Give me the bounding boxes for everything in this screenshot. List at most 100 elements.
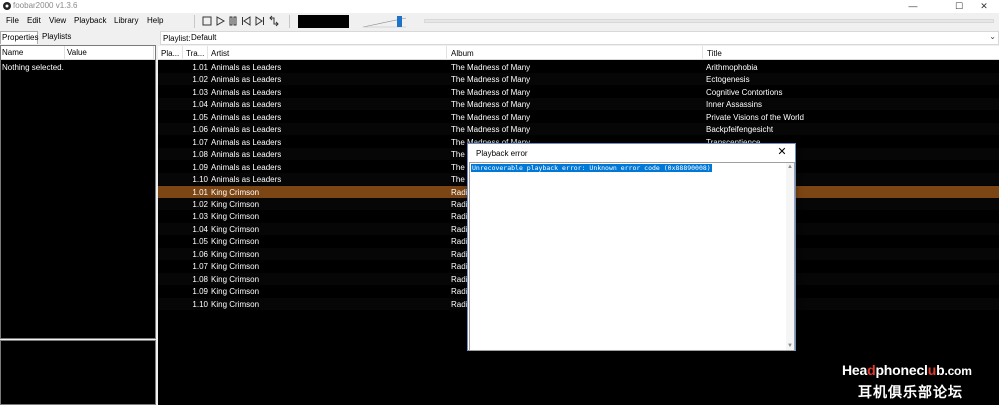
album-cell: The Madness of Many [451,125,531,135]
playlist-label: Playlist: [163,34,191,43]
seek-bar[interactable] [424,19,994,23]
column-name[interactable]: Name [2,48,23,57]
column-separator [446,46,447,60]
track-number: 1.08 [192,150,208,160]
toolbar-separator [194,15,195,28]
artist-cell: King Crimson [211,274,260,284]
menu-help[interactable]: Help [147,16,163,25]
album-cell: The Madness of Many [451,75,531,85]
menu-library[interactable]: Library [114,16,138,25]
scroll-up-icon[interactable]: ▲ [786,163,794,171]
artist-cell: King Crimson [211,224,260,234]
playlist-row[interactable]: 1.02 Animals as Leaders The Madness of Man… [158,73,999,86]
playlist-row[interactable]: 1.03 Animals as Leaders The Madness of Man… [158,86,999,98]
title-bar: foobar2000 v1.3.6 — ☐ ✕ [0,0,999,13]
artist-cell: King Crimson [211,187,260,197]
artist-cell: King Crimson [211,262,260,272]
volume-handle [397,16,402,27]
window-title: foobar2000 v1.3.6 [13,1,78,10]
artist-cell: Animals as Leaders [211,137,282,147]
play-icon[interactable] [214,15,226,27]
watermark-part: Hea [842,362,868,378]
title-cell: Arithmophobia [706,63,758,72]
watermark-brand: Headphoneclub.com [842,362,972,378]
track-number: 1.07 [192,262,208,272]
column-artist[interactable]: Artist [211,49,229,58]
left-panel: Properties Playlists Name Value Nothing … [0,31,157,405]
watermark-part: phonecl [875,362,928,378]
artist-cell: King Crimson [211,287,260,297]
watermark-subtitle: 耳机俱乐部论坛 [858,384,963,400]
artist-cell: Animals as Leaders [211,175,282,185]
column-album[interactable]: Album [451,49,474,58]
artist-cell: Animals as Leaders [211,112,282,122]
title-cell: Ectogenesis [706,75,750,85]
artist-cell: King Crimson [211,199,260,209]
column-value[interactable]: Value [67,48,87,57]
track-number: 1.10 [192,175,208,185]
chevron-down-icon[interactable]: ⌄ [989,32,996,41]
title-cell: Cognitive Contortions [706,87,783,97]
next-icon[interactable] [254,15,266,27]
minimize-button[interactable]: — [898,0,928,13]
column-title[interactable]: Title [707,49,722,58]
headphoneclub-watermark: Headphoneclub.com 耳机俱乐部论坛 [842,362,997,404]
track-number: 1.05 [192,112,208,122]
artist-cell: King Crimson [211,212,260,222]
properties-list[interactable]: Name Value Nothing selected. [0,45,156,339]
track-number: 1.03 [192,212,208,222]
visualization-panel [298,15,349,28]
tab-playlists[interactable]: Playlists [41,31,72,44]
tab-properties[interactable]: Properties [0,31,38,44]
error-message-box[interactable]: Unrecoverable playback error: Unknown er… [469,162,795,351]
volume-slider[interactable] [362,15,410,28]
column-separator [64,46,65,60]
track-number: 1.04 [192,100,208,110]
stop-icon[interactable] [201,15,213,27]
column-track[interactable]: Tra... [186,49,204,58]
artist-cell: King Crimson [211,299,260,309]
track-number: 1.08 [192,274,208,284]
previous-icon[interactable] [240,15,252,27]
dialog-close-button[interactable]: ✕ [774,145,790,159]
error-message-text[interactable]: Unrecoverable playback error: Unknown er… [471,164,712,172]
menu-file[interactable]: File [6,16,19,25]
menu-toolbar-row: File Edit View Playback Library Help [0,13,999,30]
column-separator [182,46,183,60]
album-cell: The Madness of Many [451,87,531,97]
album-cell: The Madness of Many [451,100,531,110]
menu-playback[interactable]: Playback [74,16,106,25]
track-number: 1.10 [192,299,208,309]
track-number: 1.09 [192,287,208,297]
playlist-header: Pla... Tra... Artist Album Title [158,46,999,60]
playlist-row[interactable]: 1.04 Animals as Leaders The Madness of Man… [158,98,999,111]
playlist-dropdown[interactable]: Default [188,32,998,44]
menu-edit[interactable]: Edit [27,16,41,25]
menu-view[interactable]: View [49,16,66,25]
playlist-row[interactable]: 1.05 Animals as Leaders The Madness of Man… [158,111,999,123]
title-cell: Inner Assassins [706,100,763,110]
left-panel-tabs: Properties Playlists [0,31,157,44]
track-number: 1.09 [192,162,208,172]
track-number: 1.01 [192,187,208,197]
random-icon[interactable] [268,15,280,27]
pause-icon[interactable] [227,15,239,27]
album-cell: The Madness of Many [451,112,531,122]
foobar-app-icon [3,2,11,10]
playlist-row[interactable]: 1.06 Animals as Leaders The Madness of Man… [158,123,999,136]
close-window-button[interactable]: ✕ [969,0,999,13]
artist-cell: Animals as Leaders [211,125,282,135]
track-number: 1.06 [192,125,208,135]
dialog-scrollbar[interactable]: ▲ ▼ [786,163,794,350]
artist-cell: Animals as Leaders [211,63,282,72]
artist-cell: King Crimson [211,237,260,247]
playlist-row[interactable]: 1.01 Animals as Leaders The Madness of Man… [158,61,999,73]
playback-error-dialog: Playback error ✕ Unrecoverable playback … [467,143,796,351]
column-playing[interactable]: Pla... [161,49,179,58]
artist-cell: Animals as Leaders [211,100,282,110]
dialog-title: Playback error [476,149,528,158]
toolbar-separator [289,15,290,28]
track-number: 1.05 [192,237,208,247]
album-art-panel [0,340,156,405]
scroll-down-icon[interactable]: ▼ [786,342,794,350]
